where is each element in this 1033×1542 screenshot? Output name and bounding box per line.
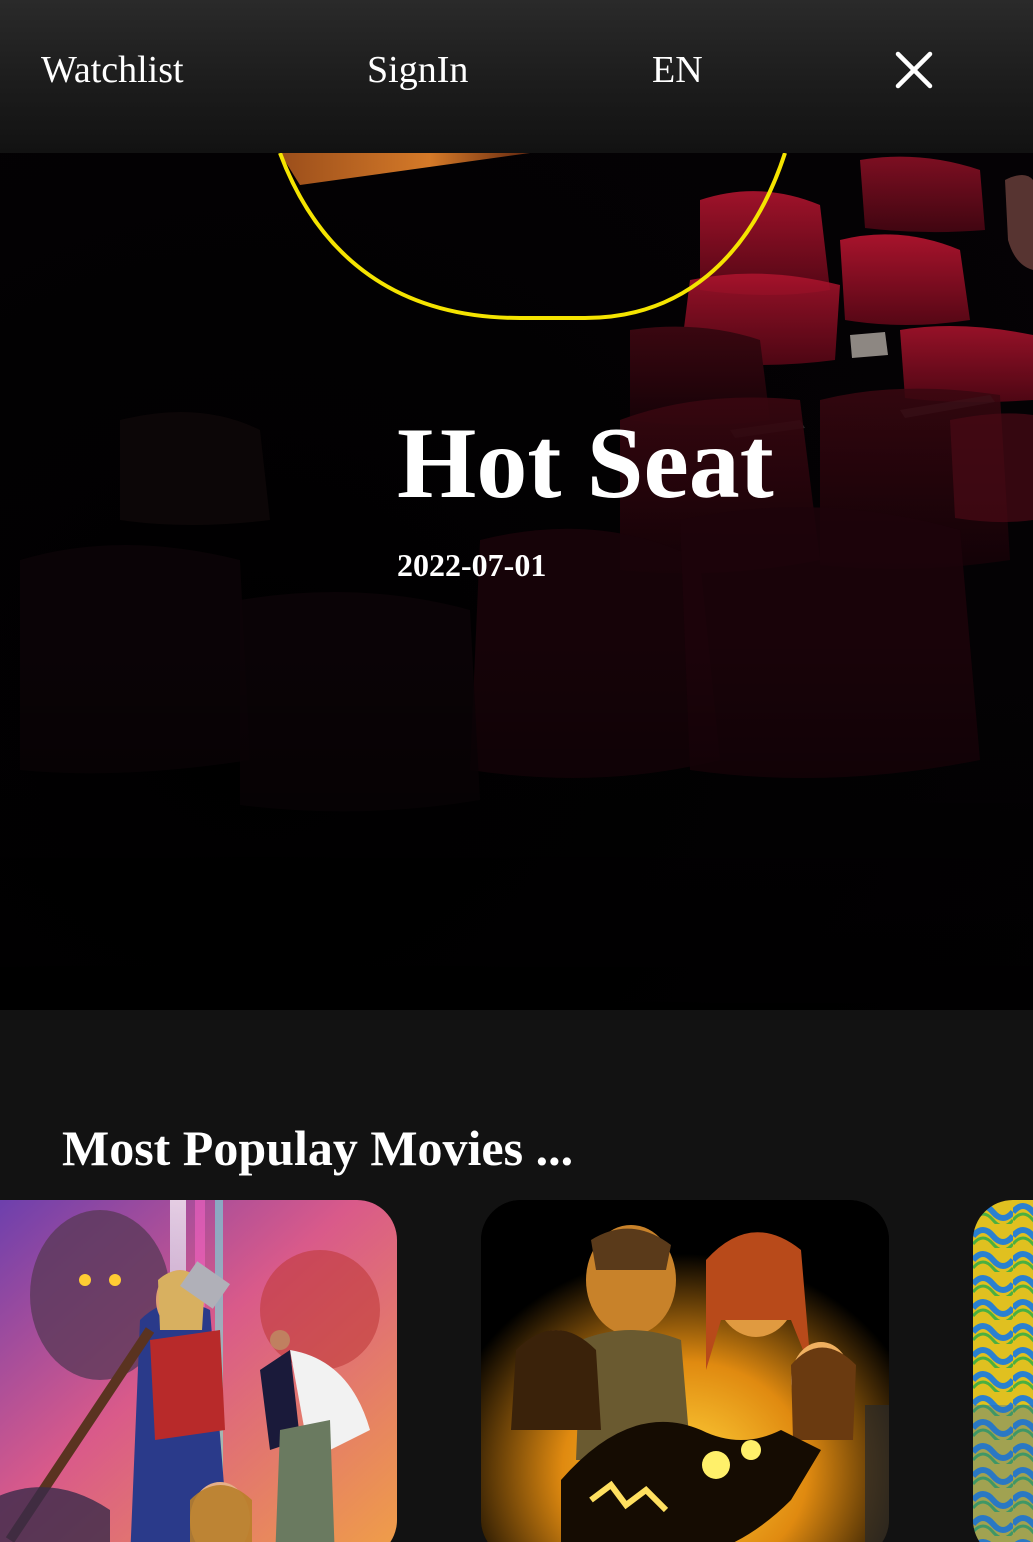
hero-title: Hot Seat [397,407,774,520]
movie-poster-image [973,1200,1033,1542]
language-selector[interactable]: EN [652,46,703,94]
hero-release-date: 2022-07-01 [397,547,547,583]
movie-poster-image [0,1200,397,1542]
movie-card[interactable] [0,1200,397,1542]
nav-signin-link[interactable]: SignIn [367,46,468,94]
movie-card[interactable] [481,1200,889,1542]
page: Hot Seat 2022-07-01 Watchlist SignIn EN … [0,0,1033,1542]
movie-poster-image [481,1200,889,1542]
close-icon [895,51,933,89]
nav-watchlist-link[interactable]: Watchlist [41,46,184,94]
movie-card[interactable] [973,1200,1033,1542]
close-menu-button[interactable] [890,46,938,94]
top-navigation: Watchlist SignIn EN [0,0,1033,153]
popular-movies-heading: Most Populay Movies ... [62,1120,574,1176]
